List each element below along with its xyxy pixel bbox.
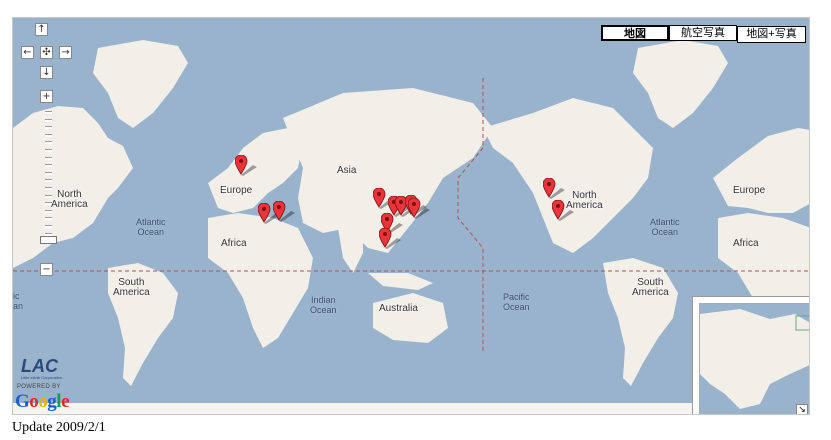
landmass-antarctica bbox=[13, 403, 809, 414]
pan-left-button[interactable]: ← bbox=[21, 46, 34, 59]
zoom-out-button[interactable]: − bbox=[40, 263, 53, 276]
zoom-tick bbox=[45, 194, 52, 198]
map-marker-tokyo[interactable] bbox=[408, 198, 432, 220]
zoom-tick bbox=[45, 149, 52, 152]
google-logo-letter: g bbox=[47, 391, 57, 412]
zoom-track[interactable] bbox=[42, 111, 55, 251]
map-marker-san-francisco[interactable] bbox=[552, 200, 576, 222]
maptype-map-button[interactable]: 地図 bbox=[601, 25, 669, 41]
label-indian-ocean: Indian Ocean bbox=[310, 295, 337, 315]
powered-by-text: POWERED BY bbox=[17, 384, 61, 390]
zoom-tick bbox=[45, 126, 52, 130]
google-logo-letter: o bbox=[38, 391, 48, 412]
lac-logo-text: LAC bbox=[21, 356, 59, 376]
world-map[interactable]: North America Europe Asia Africa Atlantic… bbox=[12, 17, 810, 415]
label-australia: Australia bbox=[379, 303, 418, 314]
lac-logo-subtitle: Little eArth Corporation bbox=[21, 375, 62, 380]
zoom-tick bbox=[45, 133, 52, 137]
zoom-tick bbox=[45, 209, 52, 213]
zoom-tick bbox=[45, 232, 52, 236]
label-antarctic-fragment: ic an bbox=[13, 291, 24, 311]
google-logo-letter: G bbox=[15, 391, 30, 412]
label-europe-left: Europe bbox=[220, 185, 253, 196]
zoom-tick bbox=[45, 225, 52, 228]
zoom-tick bbox=[45, 111, 52, 114]
zoom-tick bbox=[45, 217, 52, 221]
label-atlantic-left: Atlantic Ocean bbox=[136, 217, 166, 237]
maptype-hybrid-button[interactable]: 地図+写真 bbox=[737, 26, 806, 43]
label-atlantic-right: Atlantic Ocean bbox=[650, 217, 680, 237]
label-africa-left: Africa bbox=[221, 238, 247, 249]
label-europe-right: Europe bbox=[733, 185, 766, 196]
pan-center-button[interactable]: ✣ bbox=[40, 46, 53, 59]
map-marker-seattle[interactable] bbox=[543, 178, 567, 200]
google-logo-letter: o bbox=[29, 391, 39, 412]
lac-logo: LAC Little eArth Corporation bbox=[21, 356, 62, 380]
zoom-tick bbox=[45, 179, 52, 183]
zoom-tick bbox=[45, 187, 52, 190]
update-date-text: Update 2009/2/1 bbox=[12, 420, 106, 435]
zoom-tick bbox=[45, 164, 52, 168]
zoom-in-button[interactable]: + bbox=[40, 90, 53, 103]
zoom-tick bbox=[45, 171, 52, 175]
maptype-satellite-button[interactable]: 航空写真 bbox=[669, 25, 737, 41]
zoom-tick bbox=[45, 156, 52, 160]
label-africa-right: Africa bbox=[733, 238, 759, 249]
pan-up-button[interactable]: ↑ bbox=[35, 23, 48, 36]
label-south-america-right: South America bbox=[632, 277, 669, 298]
overview-tiles bbox=[700, 304, 809, 414]
zoom-tick bbox=[45, 202, 52, 206]
map-marker-taiwan[interactable] bbox=[379, 228, 403, 250]
zoom-slider-handle[interactable] bbox=[40, 236, 57, 245]
zoom-tick bbox=[45, 118, 52, 122]
pan-right-button[interactable]: → bbox=[59, 46, 72, 59]
overview-map[interactable] bbox=[692, 296, 809, 414]
label-asia: Asia bbox=[337, 165, 357, 176]
google-logo[interactable]: Google bbox=[15, 391, 69, 413]
label-north-america-left: North America bbox=[51, 189, 88, 210]
pan-down-button[interactable]: ↓ bbox=[40, 66, 53, 79]
overview-toggle-button[interactable]: ↘ bbox=[796, 404, 808, 414]
label-south-america-left: South America bbox=[113, 277, 150, 298]
map-marker-iran[interactable] bbox=[273, 201, 297, 223]
zoom-tick bbox=[45, 141, 52, 145]
label-pacific-ocean: Pacific Ocean bbox=[503, 292, 530, 312]
google-logo-letter: e bbox=[61, 391, 69, 412]
map-marker-finland[interactable] bbox=[235, 155, 259, 177]
